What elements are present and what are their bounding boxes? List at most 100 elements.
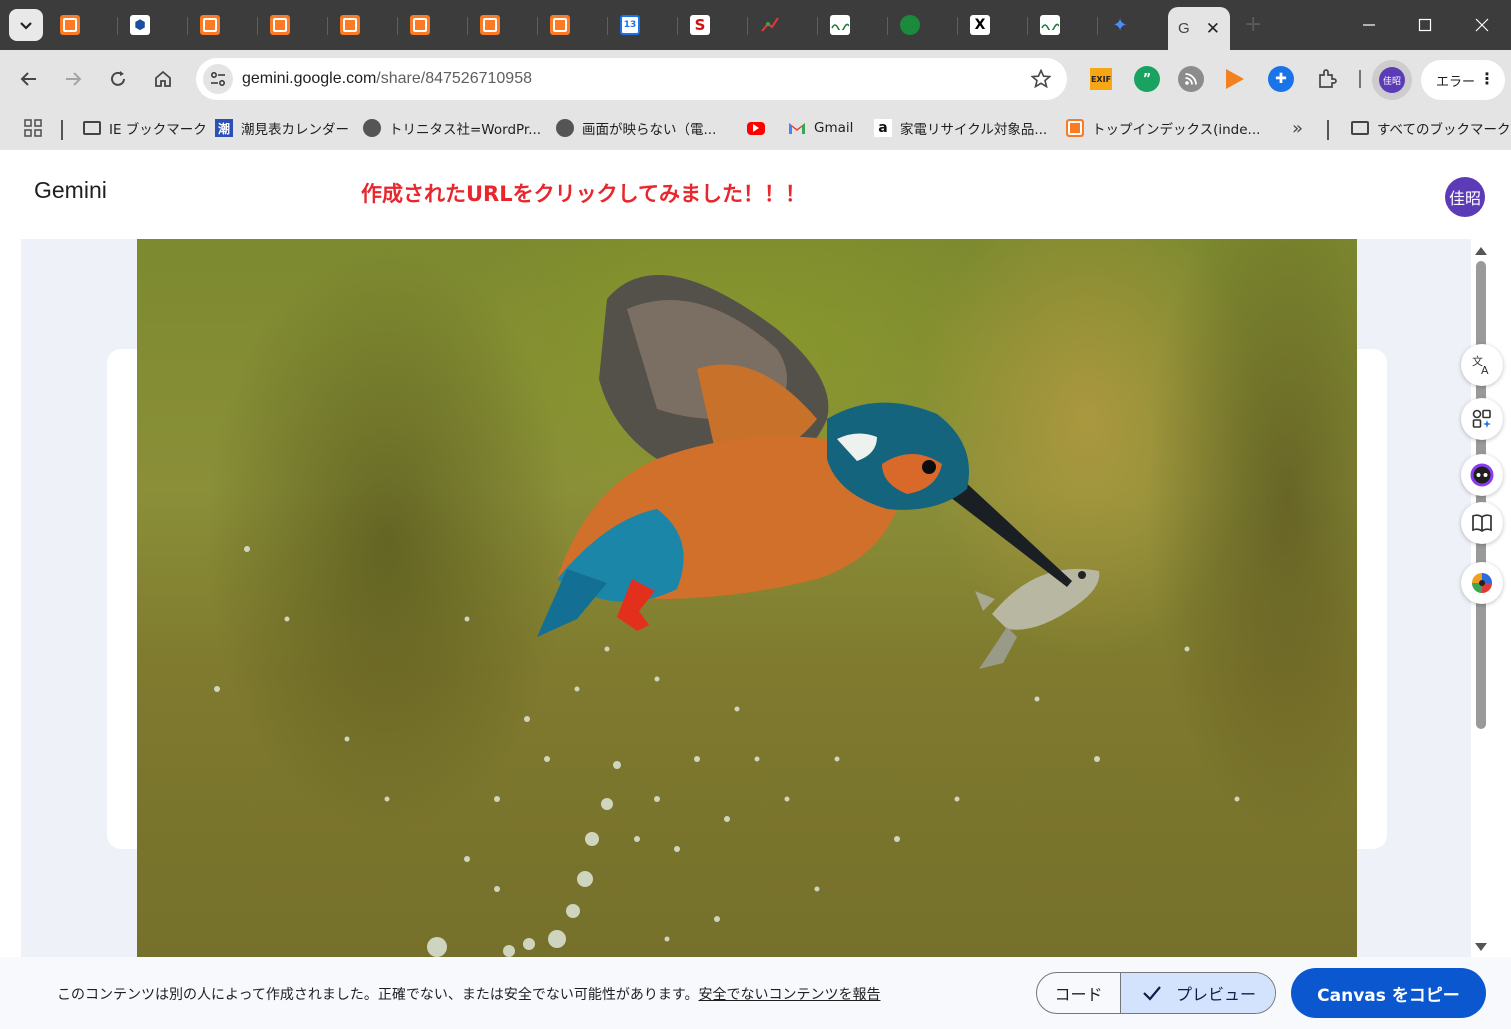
blue-extension-icon[interactable]: ✚	[1268, 66, 1294, 92]
bookmark-tide[interactable]: 潮 潮見表カレンダー	[215, 115, 349, 141]
tab-15[interactable]	[1032, 8, 1098, 42]
url-path: /share/847526710958	[376, 70, 532, 87]
close-window-button[interactable]	[1455, 8, 1509, 42]
chevron-down-icon	[20, 22, 32, 30]
tab-7[interactable]	[472, 8, 538, 42]
profile-button[interactable]: 佳昭	[1372, 60, 1412, 100]
close-icon	[1475, 18, 1489, 32]
exif-extension-icon[interactable]: EXIF	[1090, 68, 1112, 90]
close-tab-icon[interactable]: ✕	[1206, 19, 1220, 39]
scroll-up-icon[interactable]	[1475, 247, 1487, 255]
tab-3[interactable]	[192, 8, 258, 42]
youtube-icon	[747, 121, 765, 135]
new-tab-plus-icon[interactable]: +	[1244, 12, 1262, 37]
tab-search-button[interactable]	[9, 9, 43, 41]
tab-1[interactable]	[52, 8, 118, 42]
tab-4[interactable]	[262, 8, 328, 42]
bookmark-gmail[interactable]: Gmail	[788, 115, 853, 141]
tab-11[interactable]	[752, 8, 818, 42]
gemini-page: Gemini 作成されたURLをクリックしてみました！！！ 佳昭 文 A	[0, 150, 1511, 1029]
tune-icon	[211, 72, 225, 86]
tab-active-gemini[interactable]: G ✕	[1168, 7, 1230, 50]
x-icon: X	[970, 15, 990, 35]
tab-14[interactable]: X	[962, 8, 1028, 42]
more-vert-icon: ⋮	[1479, 69, 1495, 88]
tab-16[interactable]: ✦	[1102, 8, 1168, 42]
scroll-down-icon[interactable]	[1475, 943, 1487, 951]
extensions-puzzle-icon[interactable]	[1314, 66, 1340, 92]
preview-tab-button[interactable]: プレビュー	[1121, 973, 1275, 1013]
tab-8[interactable]	[542, 8, 608, 42]
bookmark-amazon[interactable]: a 家電リサイクル対象品...	[874, 115, 1047, 141]
xampp-icon	[480, 15, 500, 35]
robot-face-icon	[1470, 463, 1494, 487]
url-host: gemini.google.com	[242, 70, 377, 87]
bookmark-label: 家電リサイクル対象品...	[900, 122, 1048, 138]
green-globe-icon	[900, 15, 920, 35]
avatar: 佳昭	[1379, 67, 1405, 93]
bookmark-topindex[interactable]: トップインデックス(inde...	[1066, 115, 1260, 141]
home-button[interactable]	[149, 65, 177, 93]
bookmark-label: すべてのブックマーク	[1377, 122, 1511, 138]
tab-5[interactable]	[332, 8, 398, 42]
page-title[interactable]: Gemini	[34, 177, 107, 204]
xampp-icon	[270, 15, 290, 35]
globe-icon	[556, 119, 574, 137]
code-tab-button[interactable]: コード	[1037, 973, 1121, 1013]
account-avatar[interactable]: 佳昭	[1445, 177, 1485, 217]
apps-button[interactable]	[23, 115, 43, 141]
disclaimer-message: このコンテンツは別の人によって作成されました。正確でない、または安全でない可能性…	[57, 987, 699, 1003]
bookmark-label: トリニタス社=WordPr...	[389, 122, 542, 138]
translate-tool-button[interactable]: 文A	[1461, 344, 1503, 386]
bookmark-label: トップインデックス(inde...	[1092, 122, 1261, 138]
tab-10[interactable]: S	[682, 8, 748, 42]
check-icon	[1143, 986, 1161, 1001]
bookmark-trinitas[interactable]: トリニタス社=WordPr...	[363, 115, 541, 141]
address-bar[interactable]: gemini.google.com/share/847526710958	[196, 58, 1067, 100]
colorwheel-tool-button[interactable]	[1461, 562, 1503, 604]
bookmark-youtube[interactable]	[747, 115, 773, 141]
browser-toolbar: gemini.google.com/share/847526710958 EXI…	[0, 50, 1511, 108]
gemini-star-icon: ✦	[1112, 14, 1128, 36]
reader-tool-button[interactable]	[1461, 502, 1503, 544]
all-bookmarks-button[interactable]: すべてのブックマーク	[1351, 115, 1511, 141]
apps-sparkle-button[interactable]	[1461, 398, 1503, 440]
xampp-icon	[1066, 119, 1084, 137]
share-footer: このコンテンツは別の人によって作成されました。正確でない、または安全でない可能性…	[0, 957, 1511, 1029]
error-label: エラー	[1436, 74, 1476, 90]
tab-12[interactable]	[822, 8, 888, 42]
bookmark-screen[interactable]: 画面が映らない（電...	[556, 115, 716, 141]
quote-extension-icon[interactable]: ”	[1134, 66, 1160, 92]
tab-9[interactable]: 13	[612, 8, 678, 42]
xampp-icon	[200, 15, 220, 35]
rss-extension-icon[interactable]	[1178, 66, 1204, 92]
kingfisher-photo	[137, 239, 1357, 959]
home-icon	[155, 70, 171, 87]
assistant-face-button[interactable]	[1461, 454, 1503, 496]
cube-icon: ⬢	[130, 15, 150, 35]
back-button[interactable]	[15, 65, 43, 93]
bookmark-star-icon[interactable]	[1031, 69, 1051, 89]
report-unsafe-link[interactable]: 安全でないコンテンツを報告	[698, 987, 880, 1003]
minimize-button[interactable]	[1342, 8, 1396, 42]
site-info-button[interactable]	[203, 64, 233, 94]
error-menu-button[interactable]: エラー ⋮	[1421, 60, 1505, 100]
disclaimer-text: このコンテンツは別の人によって作成されました。正確でない、または安全でない可能性…	[57, 984, 880, 1004]
tab-2[interactable]: ⬢	[122, 8, 188, 42]
maximize-button[interactable]	[1398, 8, 1452, 42]
bookmark-label: 画面が映らない（電...	[582, 122, 717, 138]
apps-grid-icon	[24, 119, 42, 137]
color-wheel-icon	[1472, 573, 1492, 593]
bookmarks-overflow-button[interactable]: »	[1292, 115, 1303, 141]
copy-canvas-button[interactable]: Canvas をコピー	[1291, 968, 1486, 1018]
reload-button[interactable]	[104, 65, 132, 93]
maximize-icon	[1418, 18, 1432, 32]
play-extension-icon[interactable]	[1226, 69, 1244, 89]
tab-6[interactable]	[402, 8, 468, 42]
bookmark-label: Gmail	[814, 120, 854, 136]
svg-text:A: A	[1481, 364, 1489, 377]
bookmark-ie[interactable]: IE ブックマーク	[83, 115, 207, 141]
forward-button[interactable]	[59, 65, 87, 93]
tab-13[interactable]	[892, 8, 958, 42]
apps-sparkle-icon	[1472, 409, 1491, 428]
